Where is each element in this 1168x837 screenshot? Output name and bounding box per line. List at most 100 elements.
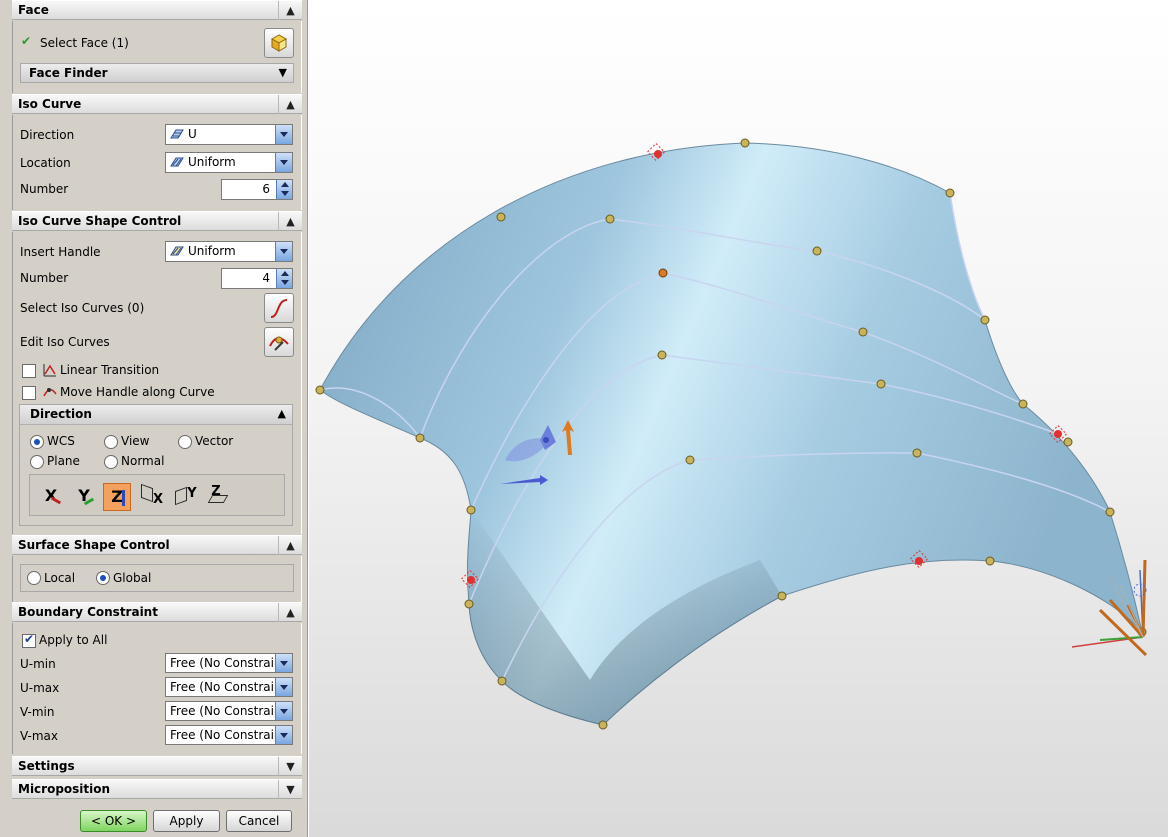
collapse-icon[interactable]: ▲ (278, 536, 302, 555)
axis-y-button[interactable]: Y (70, 483, 98, 511)
insert-handle-value: Uniform (188, 244, 236, 258)
select-iso-curves-label: Select Iso Curves (0) (20, 301, 145, 315)
dropdown-arrow-icon[interactable] (275, 242, 292, 261)
apply-button[interactable]: Apply (153, 810, 220, 832)
radio-plane-label: Plane (47, 454, 80, 468)
axis-z-button[interactable]: Z (103, 483, 131, 511)
insert-handle-select[interactable]: Uniform (165, 241, 293, 262)
apply-to-all-label: Apply to All (39, 633, 108, 647)
cancel-button[interactable]: Cancel (226, 810, 292, 832)
graphics-viewport[interactable]: Y YC Z X (309, 0, 1168, 837)
move-handle-checkbox[interactable] (22, 386, 36, 400)
dropdown-arrow-icon[interactable] (275, 678, 292, 696)
radio-local[interactable] (27, 571, 41, 585)
radio-view[interactable] (104, 435, 118, 449)
u-max-value: Free (No Constraint) (170, 680, 291, 694)
ok-button[interactable]: < OK > (80, 810, 147, 832)
number-label: Number (20, 182, 69, 196)
v-min-select[interactable]: Free (No Constraint) (165, 701, 293, 721)
expand-icon[interactable]: ▼ (278, 780, 302, 799)
select-iso-curves-button[interactable] (264, 293, 294, 323)
move-handle-label: Move Handle along Curve (60, 385, 215, 399)
check-icon: ✔ (21, 34, 32, 48)
collapse-icon[interactable]: ▲ (278, 407, 286, 420)
uniform-icon (170, 157, 184, 167)
direction-group-header[interactable]: Direction ▲ (20, 405, 292, 425)
section-boundary-header[interactable]: Boundary Constraint ▲ (12, 602, 302, 622)
spinner-arrows-icon[interactable] (276, 180, 292, 199)
direction-value: U (188, 127, 197, 141)
collapse-icon[interactable]: ▲ (278, 95, 302, 114)
linear-transition-checkbox[interactable] (22, 364, 36, 378)
v-max-select[interactable]: Free (No Constraint) (165, 725, 293, 745)
section-surface-shape-header[interactable]: Surface Shape Control ▲ (12, 535, 302, 555)
select-face-label: Select Face (1) (40, 36, 129, 50)
iso-number-spinner[interactable]: 6 (221, 179, 293, 200)
radio-normal[interactable] (104, 455, 118, 469)
uniform-icon (170, 246, 184, 256)
curve-icon (270, 299, 288, 318)
handle-number-spinner[interactable]: 4 (221, 268, 293, 289)
axis-xz-plane-button[interactable]: Y (172, 483, 200, 511)
radio-plane[interactable] (30, 455, 44, 469)
section-iso-curve-title: Iso Curve (18, 97, 82, 111)
section-microposition-title: Microposition (18, 782, 111, 796)
freeform-surface[interactable] (319, 142, 1143, 726)
dropdown-arrow-icon[interactable] (275, 702, 292, 720)
shape-scope-group: Local Global (20, 564, 294, 592)
edit-iso-curves-button[interactable] (264, 327, 294, 357)
plane-x-icon (141, 483, 153, 503)
linear-transition-icon (43, 364, 56, 377)
dialog-panel: Face ▲ ✔ Select Face (1) Face Finder ▼ I… (0, 0, 308, 837)
location-select[interactable]: Uniform (165, 152, 293, 173)
section-microposition-header[interactable]: Microposition ▼ (12, 779, 302, 799)
radio-wcs[interactable] (30, 435, 44, 449)
section-surface-shape-title: Surface Shape Control (18, 538, 170, 552)
dropdown-arrow-icon[interactable] (275, 726, 292, 744)
handle-number-value: 4 (262, 271, 270, 285)
linear-transition-label: Linear Transition (60, 363, 160, 377)
select-face-button[interactable] (264, 28, 294, 58)
axis-yz-plane-button[interactable]: X (138, 483, 166, 511)
section-settings-header[interactable]: Settings ▼ (12, 756, 302, 776)
expand-icon[interactable]: ▼ (278, 757, 302, 776)
dropdown-arrow-icon[interactable] (275, 125, 292, 144)
v-min-value: Free (No Constraint) (170, 704, 291, 718)
radio-wcs-label: WCS (47, 434, 75, 448)
face-finder-bar[interactable]: Face Finder ▼ (20, 63, 294, 83)
handle-number-label: Number (20, 271, 69, 285)
axis-xy-plane-button[interactable]: Z (206, 483, 234, 511)
apply-to-all-checkbox[interactable] (22, 632, 36, 648)
radio-vector[interactable] (178, 435, 192, 449)
section-settings-title: Settings (18, 759, 75, 773)
radio-view-label: View (121, 434, 150, 448)
radio-global[interactable] (96, 571, 110, 585)
location-label: Location (20, 156, 71, 170)
section-shape-control-header[interactable]: Iso Curve Shape Control ▲ (12, 211, 302, 231)
u-min-label: U-min (20, 657, 56, 671)
radio-vector-label: Vector (195, 434, 234, 448)
collapse-icon[interactable]: ▲ (278, 1, 302, 20)
direction-label: Direction (20, 128, 75, 142)
plane-y-icon (175, 486, 187, 506)
dropdown-arrow-icon[interactable] (275, 654, 292, 672)
section-face-body: ✔ Select Face (1) Face Finder ▼ (12, 21, 302, 93)
section-face-header[interactable]: Face ▲ (12, 0, 302, 20)
surface-render[interactable] (309, 0, 1168, 837)
v-max-value: Free (No Constraint) (170, 728, 291, 742)
axis-x-button[interactable]: X (37, 483, 65, 511)
location-value: Uniform (188, 155, 236, 169)
spinner-arrows-icon[interactable] (276, 269, 292, 288)
direction-select[interactable]: U (165, 124, 293, 145)
section-surface-shape-body: Local Global (12, 556, 302, 602)
dropdown-arrow-icon[interactable] (275, 153, 292, 172)
section-iso-curve-header[interactable]: Iso Curve ▲ (12, 94, 302, 114)
u-max-label: U-max (20, 681, 60, 695)
collapse-icon[interactable]: ▲ (278, 212, 302, 231)
edit-iso-curves-label: Edit Iso Curves (20, 335, 110, 349)
section-face-title: Face (18, 3, 49, 17)
collapse-icon[interactable]: ▲ (278, 603, 302, 622)
u-min-select[interactable]: Free (No Constraint) (165, 653, 293, 673)
chevron-down-icon: ▼ (278, 66, 287, 79)
u-max-select[interactable]: Free (No Constraint) (165, 677, 293, 697)
